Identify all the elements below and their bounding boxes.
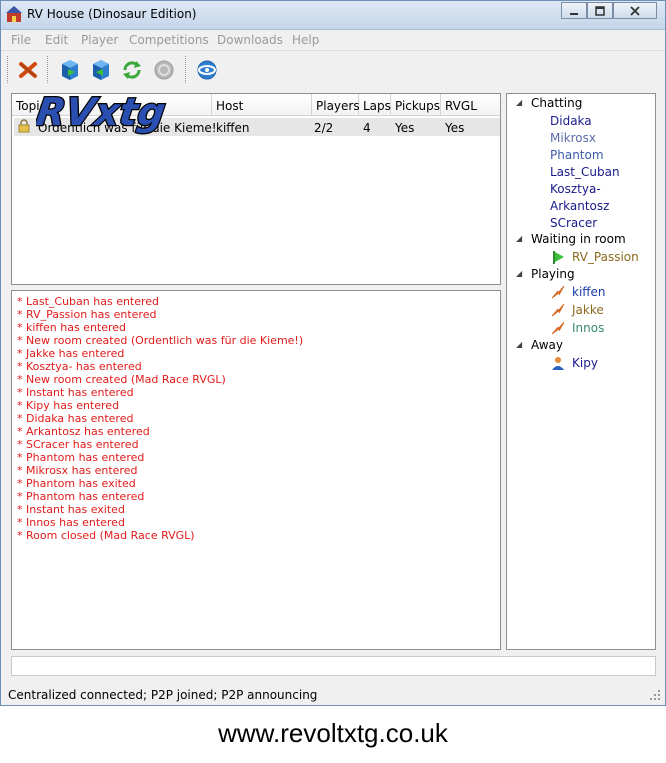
toolbar-separator <box>185 56 187 83</box>
user-rv-passion[interactable]: RV_Passion <box>572 250 639 264</box>
column-header-pickups[interactable]: Pickups <box>391 94 441 116</box>
host-room-button[interactable] <box>57 57 83 83</box>
svg-text:RVxtg: RVxtg <box>36 91 168 135</box>
room-host: kiffen <box>216 121 250 135</box>
event-log[interactable]: * Last_Cuban has entered * RV_Passion has… <box>11 290 501 650</box>
playing-flame-icon <box>551 321 565 335</box>
group-chatting[interactable]: Chatting <box>531 96 582 110</box>
log-line: * Phantom has exited <box>17 477 136 490</box>
user-kipy[interactable]: Kipy <box>572 356 598 370</box>
log-line: * Last_Cuban has entered <box>17 295 160 308</box>
app-icon <box>6 6 22 22</box>
log-line: * Room closed (Mad Race RVGL) <box>17 529 195 542</box>
disabled-icon <box>154 60 174 80</box>
log-line: * Mikrosx has entered <box>17 464 138 477</box>
connection-icon <box>197 60 217 80</box>
menu-competitions[interactable]: Competitions <box>129 33 209 47</box>
group-away[interactable]: Away <box>531 338 563 352</box>
room-players: 2/2 <box>314 121 334 135</box>
log-line: * Phantom has entered <box>17 451 145 464</box>
log-line: * Kosztya- has entered <box>17 360 142 373</box>
window-controls <box>561 2 657 20</box>
column-header-host[interactable]: Host <box>212 94 312 116</box>
room-laps: 4 <box>363 121 371 135</box>
user-chatting[interactable]: Didaka <box>550 114 592 128</box>
expand-chatting-icon[interactable]: ◢ <box>516 98 522 107</box>
lock-icon <box>18 119 30 133</box>
group-playing[interactable]: Playing <box>531 267 575 281</box>
menu-bar: File Edit Player Competitions Downloads … <box>1 30 665 51</box>
watermark-logo: RVxtg <box>36 90 169 136</box>
site-footer-url: www.revoltxtg.co.uk <box>218 718 448 748</box>
minimize-button[interactable] <box>561 2 587 19</box>
waiting-flag-icon <box>553 251 564 264</box>
refresh-icon <box>123 61 141 79</box>
menu-downloads[interactable]: Downloads <box>217 33 283 47</box>
user-chatting[interactable]: Kosztya- <box>550 182 601 196</box>
close-button[interactable] <box>613 2 657 19</box>
users-panel: ◢ Chatting Didaka Mikrosx Phantom Last_Cuba… <box>506 93 656 650</box>
disconnect-icon <box>19 62 37 78</box>
menu-edit[interactable]: Edit <box>45 33 68 47</box>
log-line: * kiffen has entered <box>17 321 127 334</box>
toolbar <box>1 51 665 89</box>
expand-playing-icon[interactable]: ◢ <box>516 269 522 278</box>
join-room-button[interactable] <box>88 57 114 83</box>
away-user-icon <box>552 357 564 370</box>
expand-away-icon[interactable]: ◢ <box>516 340 522 349</box>
log-line: * Arkantosz has entered <box>17 425 150 438</box>
log-line: * Instant has entered <box>17 386 134 399</box>
log-line: * Instant has exited <box>17 503 125 516</box>
connection-button[interactable] <box>194 57 220 83</box>
log-line: * New room created (Mad Race RVGL) <box>17 373 226 386</box>
user-chatting[interactable]: SCracer <box>550 216 597 230</box>
log-line: * New room created (Ordentlich was für d… <box>17 334 304 347</box>
column-header-rvgl[interactable]: RVGL <box>441 94 500 116</box>
disconnect-button[interactable] <box>15 57 41 83</box>
playing-flame-icon <box>551 285 565 299</box>
host-room-icon <box>62 60 78 80</box>
menu-file[interactable]: File <box>11 33 31 47</box>
user-chatting[interactable]: Phantom <box>550 148 604 162</box>
log-line: * Innos has entered <box>17 516 125 529</box>
room-rvgl: Yes <box>445 121 465 135</box>
window-title: RV House (Dinosaur Edition) <box>27 7 197 21</box>
menu-help[interactable]: Help <box>292 33 319 47</box>
room-pickups: Yes <box>395 121 415 135</box>
playing-flame-icon <box>551 303 565 317</box>
user-chatting[interactable]: Arkantosz <box>550 199 609 213</box>
group-waiting[interactable]: Waiting in room <box>531 232 626 246</box>
toolbar-separator <box>7 56 9 83</box>
refresh-button[interactable] <box>119 57 145 83</box>
user-playing[interactable]: Jakke <box>572 303 604 317</box>
log-line: * RV_Passion has entered <box>17 308 157 321</box>
disabled-button[interactable] <box>151 57 177 83</box>
status-bar: Centralized connected; P2P joined; P2P a… <box>8 688 318 702</box>
toolbar-separator <box>47 56 49 83</box>
user-playing[interactable]: Innos <box>572 321 604 335</box>
log-line: * Phantom has entered <box>17 490 145 503</box>
resize-grip-icon[interactable] <box>650 690 662 702</box>
join-room-icon <box>93 60 109 80</box>
log-line: * Kipy has entered <box>17 399 120 412</box>
title-bar[interactable]: RV House (Dinosaur Edition) <box>1 1 665 30</box>
minimize-icon <box>570 12 578 15</box>
maximize-button[interactable] <box>587 2 613 19</box>
log-line: * SCracer has entered <box>17 438 139 451</box>
column-header-players[interactable]: Players <box>312 94 360 116</box>
chat-input[interactable] <box>11 656 656 676</box>
maximize-icon <box>595 5 605 16</box>
user-chatting[interactable]: Last_Cuban <box>550 165 620 179</box>
log-line: * Didaka has entered <box>17 412 134 425</box>
log-line: * Jakke has entered <box>17 347 125 360</box>
expand-waiting-icon[interactable]: ◢ <box>516 234 522 243</box>
user-chatting[interactable]: Mikrosx <box>550 131 596 145</box>
column-header-laps[interactable]: Laps <box>359 94 391 116</box>
close-icon <box>630 5 640 16</box>
menu-player[interactable]: Player <box>81 33 118 47</box>
user-playing[interactable]: kiffen <box>572 285 606 299</box>
